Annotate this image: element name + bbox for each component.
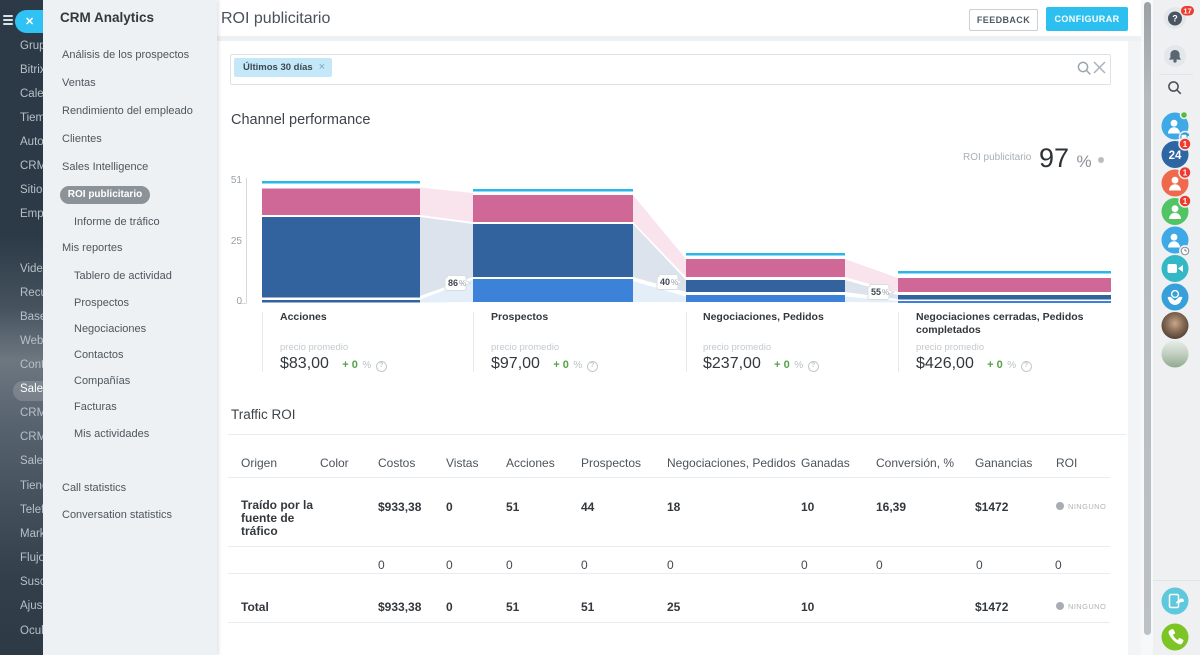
svg-text:%: % [671, 278, 678, 287]
svg-text:25: 25 [231, 236, 243, 247]
svg-text:%: % [459, 279, 466, 288]
svg-text:%: % [882, 288, 889, 297]
svg-text:1: 1 [1183, 140, 1188, 149]
svg-text:24: 24 [1169, 150, 1182, 162]
svg-text:55: 55 [871, 287, 881, 297]
svg-text:1: 1 [1183, 169, 1188, 178]
svg-text:51: 51 [231, 175, 243, 186]
svg-text:86: 86 [448, 278, 458, 288]
svg-text:1: 1 [1183, 197, 1188, 206]
svg-text:17: 17 [1183, 6, 1191, 15]
svg-text:0: 0 [236, 296, 242, 307]
svg-text:40: 40 [660, 277, 670, 287]
svg-text:?: ? [1172, 14, 1178, 24]
